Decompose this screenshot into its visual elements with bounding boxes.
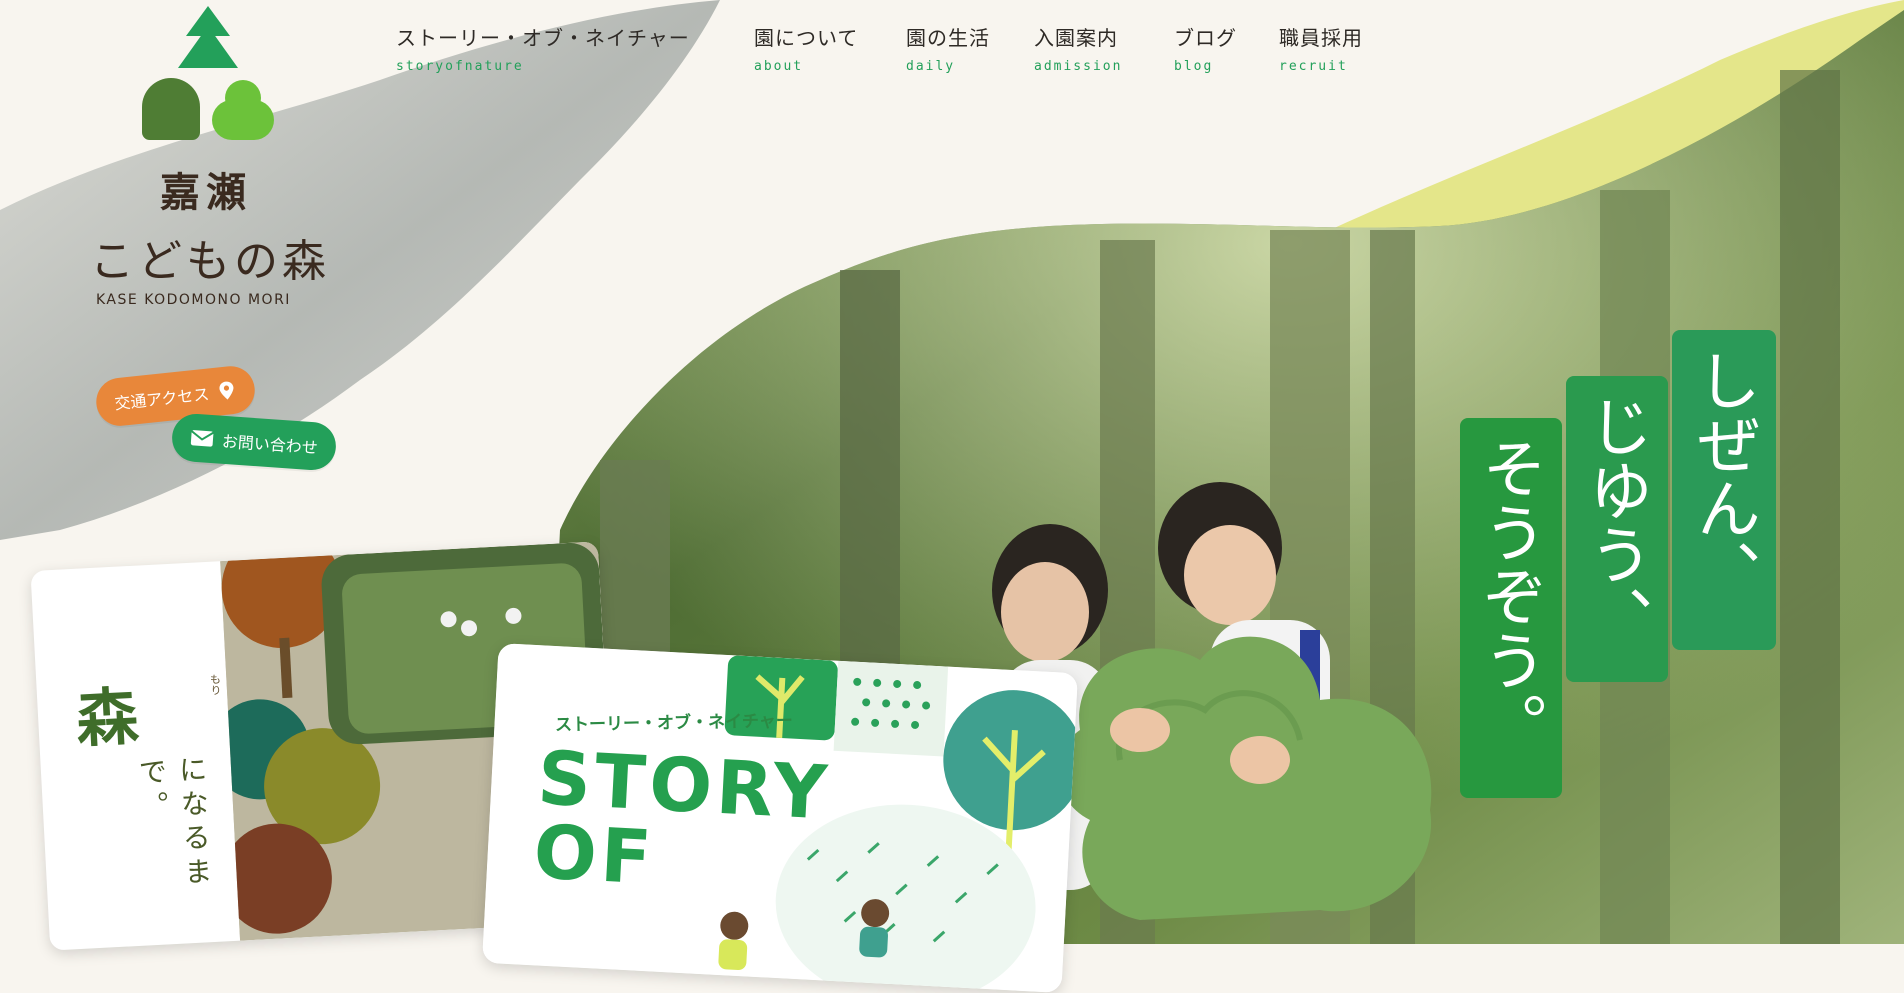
tagline-text: じゆう、 [1578, 394, 1652, 650]
tagline-line-2: じゆう、 [1566, 376, 1668, 682]
tagline-text: そうぞう。 [1472, 436, 1546, 756]
nav-item-storyofnature[interactable]: ストーリー・オブ・ネイチャー storyofnature [396, 22, 690, 74]
mori-card-text: になるまで。 [134, 754, 215, 892]
tagline-line-3: そうぞう。 [1460, 418, 1562, 798]
contact-button-label: お問い合わせ [221, 431, 319, 458]
nav-sublabel: recruit [1279, 59, 1348, 74]
nav-label: 職員採用 [1279, 26, 1363, 50]
story-card-title: STORY OF [532, 735, 833, 904]
nav-item-about[interactable]: 園について about [754, 22, 858, 74]
nav-sublabel: admission [1034, 59, 1123, 74]
tagline-line-1: しぜん、 [1672, 330, 1776, 650]
mori-card-ruby: もり [208, 673, 223, 696]
logo-kanji: 嘉瀬 [160, 170, 252, 216]
nav-label: 入園案内 [1034, 26, 1118, 50]
nav-label: ストーリー・オブ・ネイチャー [396, 26, 690, 50]
logo-bush-left [142, 78, 200, 140]
nav-sublabel: about [754, 59, 804, 74]
logo-kana: こどもの森 [90, 236, 330, 287]
story-card[interactable]: ストーリー・オブ・ネイチャー STORY OF [482, 643, 1078, 993]
tagline-text: しぜん、 [1686, 348, 1760, 604]
map-pin-icon [219, 381, 234, 400]
nav-item-daily[interactable]: 園の生活 daily [906, 22, 990, 74]
logo-roman: KASE KODOMONO MORI [96, 292, 291, 308]
nav-label: 園の生活 [906, 26, 990, 50]
logo-bush-right [212, 80, 274, 140]
nav-item-admission[interactable]: 入園案内 admission [1034, 22, 1122, 74]
tree-icon [178, 6, 238, 68]
nav-label: 園について [754, 26, 859, 50]
mail-icon [190, 430, 214, 447]
story-card-subtitle: ストーリー・オブ・ネイチャー [554, 711, 793, 736]
nav-label: ブログ [1174, 26, 1237, 50]
nav-item-recruit[interactable]: 職員採用 recruit [1279, 22, 1363, 74]
mori-card-title: 森 [74, 680, 133, 756]
nav-item-blog[interactable]: ブログ blog [1174, 22, 1237, 74]
access-button-label: 交通アクセス [113, 384, 211, 414]
nav-sublabel: daily [906, 59, 956, 74]
nav-sublabel: storyofnature [396, 59, 524, 74]
site-logo[interactable]: 嘉瀬 こどもの森 KASE KODOMONO MORI [90, 0, 330, 310]
nav-sublabel: blog [1174, 59, 1214, 74]
